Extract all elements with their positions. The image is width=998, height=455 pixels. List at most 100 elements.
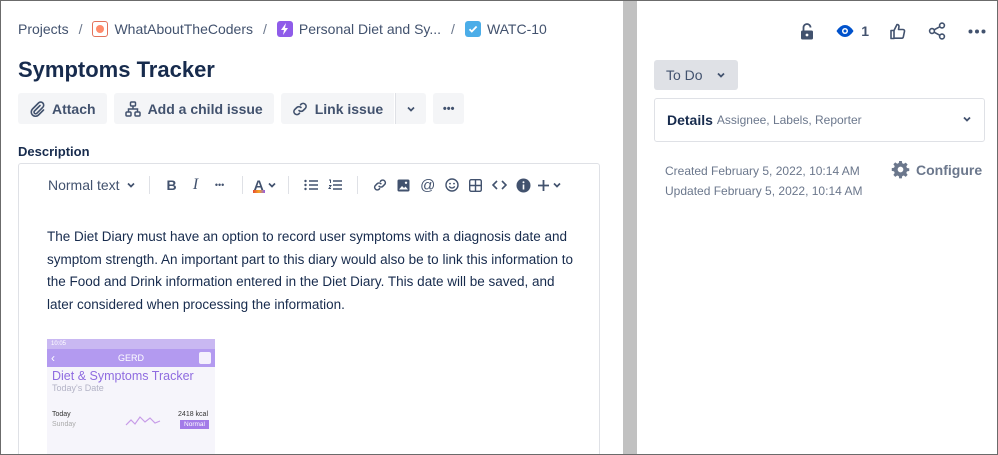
- text-color-icon: A: [252, 177, 265, 193]
- thumb-nav-title: GERD: [117, 353, 144, 363]
- mention-button[interactable]: @: [417, 174, 439, 196]
- issue-dates: Created February 5, 2022, 10:14 AM Updat…: [665, 161, 862, 201]
- project-avatar-icon: [92, 21, 109, 37]
- profile-icon: [199, 352, 211, 364]
- thumb-status-badge: Normal: [180, 420, 209, 429]
- vote-button[interactable]: [885, 19, 909, 43]
- link-issue-dropdown-button[interactable]: [395, 93, 427, 124]
- italic-button[interactable]: I: [185, 174, 207, 196]
- breadcrumb-separator: /: [263, 21, 267, 37]
- epic-lightning-icon: [276, 21, 293, 37]
- more-actions-button[interactable]: •••: [433, 93, 465, 124]
- more-formatting-button[interactable]: •••: [209, 174, 231, 196]
- issue-title[interactable]: Symptoms Tracker: [18, 57, 215, 83]
- status-dropdown[interactable]: To Do: [654, 60, 738, 90]
- chevron-down-icon: [717, 72, 725, 78]
- issue-main-panel: Projects / WhatAboutTheCoders / Personal…: [1, 1, 623, 454]
- chevron-down-icon: [963, 116, 971, 122]
- breadcrumb: Projects / WhatAboutTheCoders / Personal…: [18, 21, 547, 37]
- details-title: Details: [667, 112, 713, 128]
- share-icon: [928, 22, 946, 40]
- attach-label: Attach: [52, 100, 96, 117]
- task-checkbox-icon: [464, 21, 481, 37]
- thumb-title: Diet & Symptoms Tracker: [52, 369, 194, 383]
- more-icon: [968, 29, 986, 33]
- issue-view: Projects / WhatAboutTheCoders / Personal…: [0, 0, 998, 455]
- attach-button[interactable]: Attach: [18, 93, 107, 124]
- breadcrumb-issue-key[interactable]: WATC-10: [464, 21, 547, 37]
- thumbs-up-icon: [889, 23, 905, 39]
- color-bar: [252, 190, 265, 193]
- text-style-dropdown[interactable]: Normal text: [48, 174, 138, 196]
- code-snippet-button[interactable]: [489, 174, 511, 196]
- bullet-list-icon: [304, 179, 318, 191]
- attached-image[interactable]: 10:05 ‹ GERD Diet & Symptoms Tracker Tod…: [47, 339, 215, 454]
- thumb-nav-bar: ‹ GERD: [47, 349, 215, 367]
- add-child-issue-label: Add a child issue: [147, 100, 263, 117]
- emoji-button[interactable]: [441, 174, 463, 196]
- breadcrumb-project-label: WhatAboutTheCoders: [114, 21, 253, 37]
- chevron-down-icon: [126, 182, 135, 188]
- description-editor[interactable]: Normal text B I ••• A @ The Diet Diary m…: [18, 163, 600, 454]
- link-issue-label: Link issue: [314, 100, 384, 117]
- share-button[interactable]: [925, 19, 949, 43]
- toolbar-divider: [241, 176, 243, 194]
- insert-more-button[interactable]: [537, 174, 562, 196]
- restrict-button[interactable]: [795, 19, 819, 43]
- chevron-down-icon: [553, 182, 561, 188]
- text-style-label: Normal text: [48, 177, 120, 193]
- updated-date: Updated February 5, 2022, 10:14 AM: [665, 184, 863, 198]
- insert-link-button[interactable]: [369, 174, 391, 196]
- bold-button[interactable]: B: [161, 174, 183, 196]
- add-child-issue-button[interactable]: Add a child issue: [113, 93, 274, 124]
- info-panel-button[interactable]: [513, 174, 535, 196]
- insert-image-button[interactable]: [393, 174, 415, 196]
- numbered-list-icon: [327, 179, 342, 190]
- issue-actions: 1: [779, 19, 989, 43]
- issue-side-panel: 1 To Do Details Assignee, Labels, Report…: [637, 1, 997, 454]
- unlock-icon: [801, 22, 814, 39]
- editor-toolbar: Normal text B I ••• A @: [47, 174, 563, 196]
- toolbar-divider: [356, 176, 358, 194]
- breadcrumb-project[interactable]: WhatAboutTheCoders: [92, 21, 253, 37]
- plus-icon: [537, 179, 549, 191]
- breadcrumb-separator: /: [78, 21, 83, 37]
- watch-count: 1: [861, 23, 869, 39]
- watch-button[interactable]: 1: [835, 19, 869, 43]
- gear-icon: [891, 160, 910, 179]
- bullet-list-button[interactable]: [300, 174, 322, 196]
- thumb-kcal: 2418 kcal: [178, 411, 208, 418]
- thumb-status-bar: 10:05: [47, 339, 215, 349]
- thumb-day: Today: [52, 411, 71, 418]
- chevron-down-icon: [407, 106, 415, 112]
- link-icon: [292, 102, 307, 115]
- link-icon: [373, 179, 386, 191]
- status-label: To Do: [666, 67, 703, 83]
- table-button[interactable]: [465, 174, 487, 196]
- details-subtitle: Assignee, Labels, Reporter: [716, 113, 862, 127]
- more-actions-button[interactable]: [965, 19, 989, 43]
- text-color-button[interactable]: A: [252, 174, 277, 196]
- configure-label: Configure: [916, 161, 983, 178]
- thumb-weekday: Sunday: [52, 421, 76, 428]
- link-issue-button[interactable]: Link issue: [280, 93, 395, 124]
- numbered-list-button[interactable]: [324, 174, 346, 196]
- thumb-subtitle: Today's Date: [52, 383, 104, 393]
- image-icon: [397, 179, 410, 191]
- toolbar-divider: [287, 176, 289, 194]
- back-chevron-icon: ‹: [51, 351, 55, 365]
- details-panel-toggle[interactable]: Details Assignee, Labels, Reporter: [654, 98, 985, 142]
- more-icon: •••: [442, 102, 455, 115]
- description-label: Description: [18, 144, 90, 159]
- hierarchy-icon: [124, 100, 141, 117]
- breadcrumb-projects[interactable]: Projects: [18, 21, 69, 37]
- description-body[interactable]: The Diet Diary must have an option to re…: [47, 226, 577, 316]
- emoji-icon: [445, 178, 459, 192]
- configure-button[interactable]: Configure: [891, 160, 982, 179]
- breadcrumb-epic[interactable]: Personal Diet and Sy...: [276, 21, 441, 37]
- panel-resize-divider[interactable]: [623, 1, 637, 454]
- eye-icon: [836, 25, 854, 37]
- thumb-day-row: Today Sunday 2418 kcal Normal: [47, 409, 215, 439]
- created-date: Created February 5, 2022, 10:14 AM: [665, 164, 860, 178]
- info-icon: [516, 178, 531, 192]
